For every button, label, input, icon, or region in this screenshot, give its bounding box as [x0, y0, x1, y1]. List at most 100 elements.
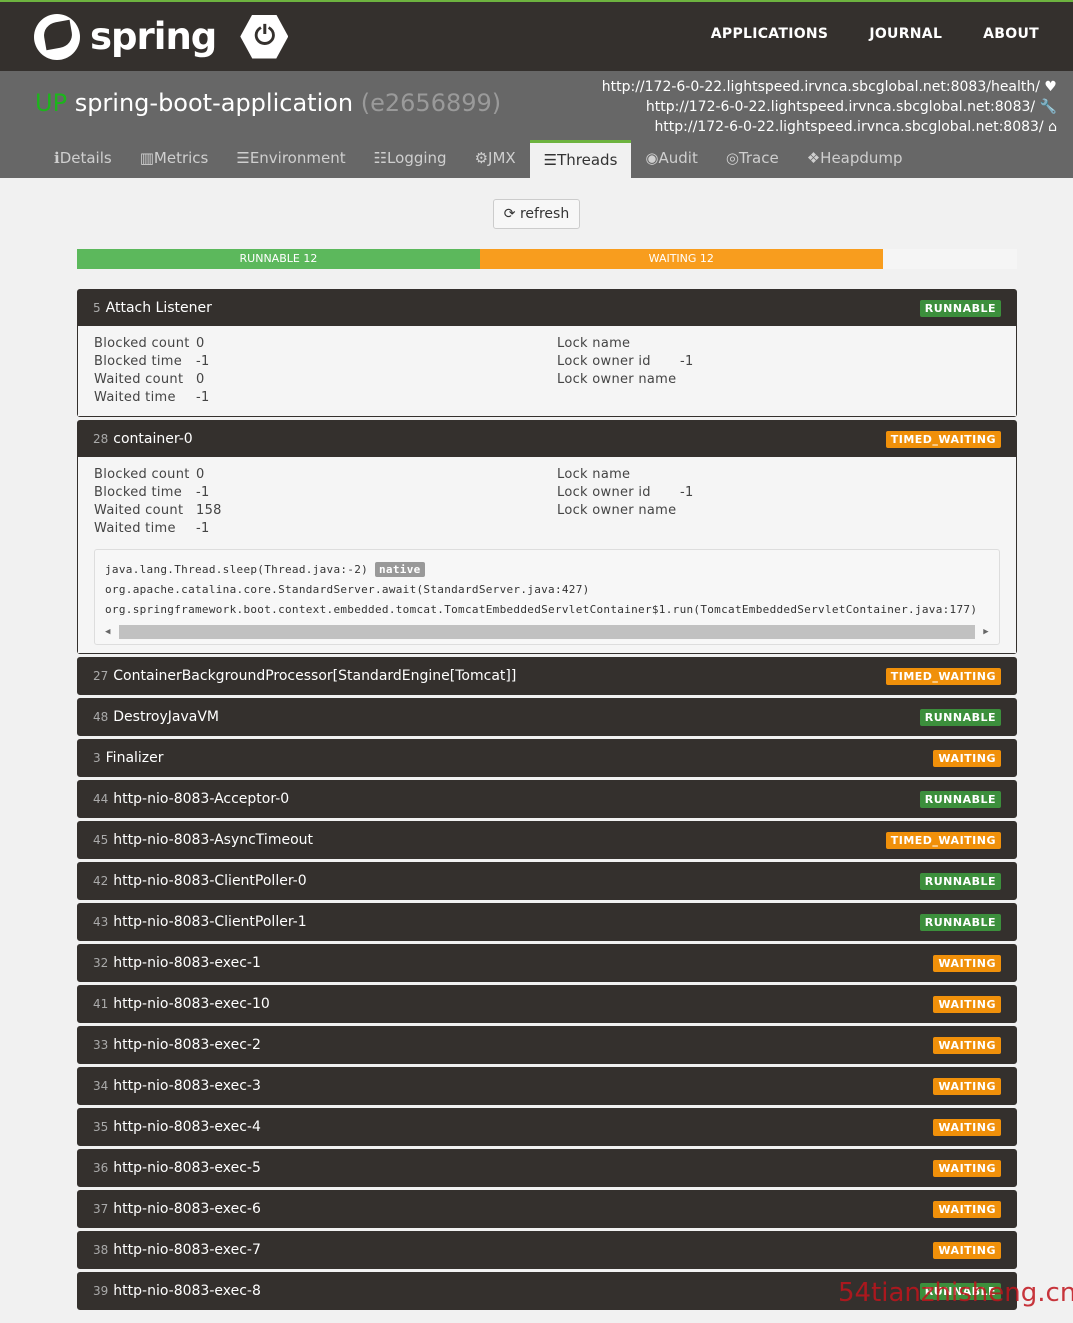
environment-icon: ☰ — [236, 149, 250, 167]
thread-item[interactable]: 44 http-nio-8083-Acceptor-0 RUNNABLE — [77, 780, 1017, 818]
thread-item[interactable]: 5 Attach Listener RUNNABLE Blocked count 0 Bl… — [77, 289, 1017, 417]
thread-header[interactable]: 5 Attach Listener RUNNABLE — [78, 290, 1016, 326]
app-title: UP spring-boot-application (e2656899) — [35, 89, 501, 117]
spring-logo[interactable]: spring ⏻ — [34, 13, 289, 60]
thread-header[interactable]: 37 http-nio-8083-exec-6 WAITING — [78, 1191, 1016, 1227]
details-column: Lock name Lock owner id -1 Lock owner name — [557, 467, 1000, 539]
thread-header[interactable]: 28 container-0 TIMED_WAITING — [78, 421, 1016, 457]
nav-journal[interactable]: JOURNAL — [869, 26, 942, 42]
detail-value: -1 — [680, 485, 694, 500]
tab-environment[interactable]: ☰Environment — [222, 140, 359, 178]
thread-state-badge: WAITING — [933, 1036, 1001, 1054]
trace-icon: ◎ — [725, 149, 739, 167]
thread-item[interactable]: 35 http-nio-8083-exec-4 WAITING — [77, 1108, 1017, 1146]
url-text[interactable]: http://172-6-0-22.lightspeed.irvnca.sbcg… — [602, 79, 1040, 95]
tab-label: Environment — [249, 149, 346, 167]
refresh-button[interactable]: ⟳ refresh — [493, 199, 580, 229]
tab-details[interactable]: ℹDetails — [40, 140, 126, 178]
tab-trace[interactable]: ◎Trace — [712, 140, 793, 178]
thread-id: 43 — [93, 915, 109, 929]
thread-item[interactable]: 28 container-0 TIMED_WAITING Blocked count 0… — [77, 420, 1017, 654]
url-text[interactable]: http://172-6-0-22.lightspeed.irvnca.sbcg… — [654, 119, 1043, 135]
thread-item[interactable]: 34 http-nio-8083-exec-3 WAITING — [77, 1067, 1017, 1105]
detail-value: -1 — [196, 521, 210, 536]
nav-applications[interactable]: APPLICATIONS — [711, 26, 829, 42]
thread-header[interactable]: 44 http-nio-8083-Acceptor-0 RUNNABLE — [78, 781, 1016, 817]
tab-threads[interactable]: ☰Threads — [529, 140, 632, 178]
thread-state-badge: WAITING — [933, 1200, 1001, 1218]
thread-header[interactable]: 43 http-nio-8083-ClientPoller-1 RUNNABLE — [78, 904, 1016, 940]
thread-header[interactable]: 27 ContainerBackgroundProcessor[StandardE… — [78, 658, 1016, 694]
spring-boot-power-icon: ⏻ — [240, 14, 289, 59]
thread-state-badge: RUNNABLE — [919, 790, 1001, 808]
detail-label: Blocked time — [94, 485, 183, 500]
thread-header[interactable]: 48 DestroyJavaVM RUNNABLE — [78, 699, 1016, 735]
thread-state-badge: RUNNABLE — [919, 913, 1001, 931]
tab-heapdump[interactable]: ❖Heapdump — [793, 140, 917, 178]
thread-header[interactable]: 41 http-nio-8083-exec-10 WAITING — [78, 986, 1016, 1022]
detail-value: 0 — [196, 336, 205, 351]
thread-header[interactable]: 42 http-nio-8083-ClientPoller-0 RUNNABLE — [78, 863, 1016, 899]
stack-frame: org.apache.catalina.core.StandardServer.… — [105, 580, 989, 600]
thread-item[interactable]: 38 http-nio-8083-exec-7 WAITING — [77, 1231, 1017, 1269]
tab-metrics[interactable]: ▥Metrics — [126, 140, 223, 178]
thread-header[interactable]: 35 http-nio-8083-exec-4 WAITING — [78, 1109, 1016, 1145]
home-icon: ⌂ — [1043, 119, 1057, 135]
thread-header[interactable]: 33 http-nio-8083-exec-2 WAITING — [78, 1027, 1016, 1063]
thread-item[interactable]: 37 http-nio-8083-exec-6 WAITING — [77, 1190, 1017, 1228]
horizontal-scrollbar[interactable]: ◀ ▶ — [105, 624, 989, 640]
status-up: UP — [35, 89, 68, 117]
detail-blocked-time: Blocked time -1 — [94, 485, 557, 503]
url-text[interactable]: http://172-6-0-22.lightspeed.irvnca.sbcg… — [646, 99, 1035, 115]
thread-name: DestroyJavaVM — [113, 709, 219, 725]
thread-header[interactable]: 3 Finalizer WAITING — [78, 740, 1016, 776]
thread-item[interactable]: 41 http-nio-8083-exec-10 WAITING — [77, 985, 1017, 1023]
stack-frame: java.lang.Thread.sleep(Thread.java:-2) n… — [105, 560, 989, 580]
thread-header[interactable]: 38 http-nio-8083-exec-7 WAITING — [78, 1232, 1016, 1268]
scrollbar-thumb[interactable] — [118, 625, 976, 639]
app-url[interactable]: http://172-6-0-22.lightspeed.irvnca.sbcg… — [602, 77, 1057, 97]
thread-item[interactable]: 32 http-nio-8083-exec-1 WAITING — [77, 944, 1017, 982]
thread-item[interactable]: 33 http-nio-8083-exec-2 WAITING — [77, 1026, 1017, 1064]
thread-state-badge: WAITING — [933, 1159, 1001, 1177]
thread-item[interactable]: 27 ContainerBackgroundProcessor[StandardE… — [77, 657, 1017, 695]
scroll-right-icon[interactable]: ▶ — [983, 622, 989, 642]
tab-audit[interactable]: ◉Audit — [631, 140, 711, 178]
tab-logging[interactable]: ☷Logging — [360, 140, 461, 178]
thread-item[interactable]: 3 Finalizer WAITING — [77, 739, 1017, 777]
tab-label: Heapdump — [820, 149, 903, 167]
detail-lock-owner-name: Lock owner name — [557, 372, 1000, 390]
scroll-left-icon[interactable]: ◀ — [105, 622, 111, 642]
thread-header[interactable]: 32 http-nio-8083-exec-1 WAITING — [78, 945, 1016, 981]
thread-details: Blocked count 0 Blocked time -1 Waited count… — [78, 457, 1016, 653]
thread-id: 41 — [93, 997, 109, 1011]
thread-state-badge: WAITING — [933, 749, 1001, 767]
detail-lock-name: Lock name — [557, 336, 1000, 354]
thread-header[interactable]: 45 http-nio-8083-AsyncTimeout TIMED_WAITIN… — [78, 822, 1016, 858]
logging-icon: ☷ — [373, 149, 388, 167]
tab-label: Details — [59, 149, 112, 167]
thread-name: http-nio-8083-exec-2 — [113, 1037, 261, 1053]
main-nav: APPLICATIONS JOURNAL ABOUT — [711, 26, 1039, 42]
thread-name: http-nio-8083-exec-3 — [113, 1078, 261, 1094]
nav-about[interactable]: ABOUT — [983, 26, 1039, 42]
app-url[interactable]: http://172-6-0-22.lightspeed.irvnca.sbcg… — [602, 117, 1057, 137]
thread-item[interactable]: 42 http-nio-8083-ClientPoller-0 RUNNABLE — [77, 862, 1017, 900]
detail-label: Blocked time — [94, 354, 183, 369]
details-column: Blocked count 0 Blocked time -1 Waited count… — [94, 336, 557, 408]
tab-jmx[interactable]: ⚙JMX — [461, 140, 530, 178]
detail-waited-time: Waited time -1 — [94, 390, 557, 408]
thread-state-badge: WAITING — [933, 954, 1001, 972]
thread-name: http-nio-8083-exec-6 — [113, 1201, 261, 1217]
thread-item[interactable]: 45 http-nio-8083-AsyncTimeout TIMED_WAITIN… — [77, 821, 1017, 859]
thread-item[interactable]: 43 http-nio-8083-ClientPoller-1 RUNNABLE — [77, 903, 1017, 941]
thread-header[interactable]: 34 http-nio-8083-exec-3 WAITING — [78, 1068, 1016, 1104]
thread-name: http-nio-8083-exec-5 — [113, 1160, 261, 1176]
thread-id: 32 — [93, 956, 109, 970]
thread-item[interactable]: 36 http-nio-8083-exec-5 WAITING — [77, 1149, 1017, 1187]
app-url[interactable]: http://172-6-0-22.lightspeed.irvnca.sbcg… — [602, 97, 1057, 117]
tab-bar: ℹDetails ▥Metrics ☰Environment ☷Logging ⚙JMX… — [40, 140, 917, 178]
thread-id: 28 — [93, 432, 109, 446]
thread-item[interactable]: 48 DestroyJavaVM RUNNABLE — [77, 698, 1017, 736]
thread-header[interactable]: 36 http-nio-8083-exec-5 WAITING — [78, 1150, 1016, 1186]
